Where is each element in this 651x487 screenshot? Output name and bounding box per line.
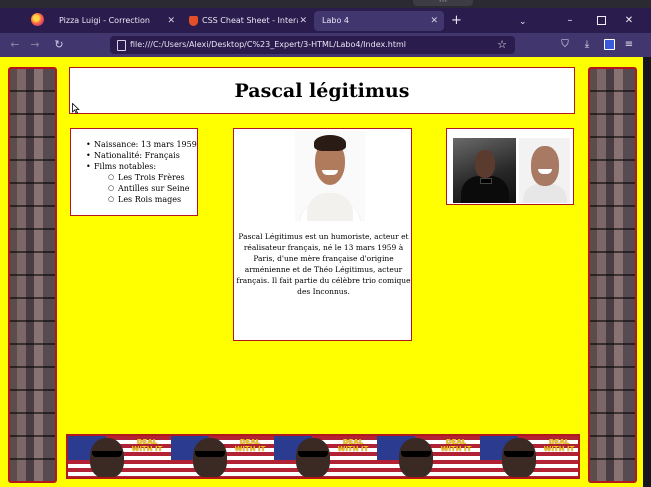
drag-grip[interactable]: ··· (413, 0, 473, 7)
banner-text: DEAL WITH IT (131, 438, 163, 453)
title-box: Pascal légitimus (69, 67, 575, 114)
page-viewport: Pascal légitimus Naissance: 13 mars 1959… (0, 57, 651, 487)
close-tab-icon[interactable]: ✕ (167, 11, 175, 31)
smiling-photo (519, 138, 570, 203)
mouse-cursor-icon (72, 103, 80, 114)
banner-tile: DEAL WITH IT (480, 436, 578, 477)
navigation-bar: ← → ↻ file:///C:/Users/Alexi/Desktop/C%2… (0, 33, 651, 57)
window-top-strip: ··· (0, 0, 651, 8)
info-box: Naissance: 13 mars 1959 Nationalité: Fra… (70, 128, 198, 216)
info-list: Naissance: 13 mars 1959 Nationalité: Fra… (71, 139, 197, 205)
back-arrow-icon[interactable]: ← (6, 36, 24, 54)
banner-text: DEAL WITH IT (234, 438, 266, 453)
firefox-icon[interactable] (31, 13, 44, 26)
pocket-icon[interactable]: ⛉ (556, 36, 574, 54)
info-nationality: Nationalité: Français (71, 150, 197, 161)
tab-label: CSS Cheat Sheet - Interactive, n (202, 16, 298, 25)
tab-label: Labo 4 (322, 16, 349, 25)
film-item: Antilles sur Seine (71, 183, 197, 194)
banner-tile: DEAL WITH IT (68, 436, 171, 477)
tab-label: Pizza Luigi - Correction (59, 16, 150, 25)
banner-text: DEAL WITH IT (543, 438, 575, 453)
tab-pizza-luigi[interactable]: Pizza Luigi - Correction ✕ (51, 11, 181, 31)
info-films-label: Films notables: Les Trois Frères Antille… (71, 161, 197, 205)
banner-text: DEAL WITH IT (440, 438, 472, 453)
banner-text: DEAL WITH IT (337, 438, 369, 453)
portrait-box: Pascal Légitimus est un humoriste, acteu… (233, 128, 412, 341)
banner-tile: DEAL WITH IT (171, 436, 274, 477)
html5-icon (189, 16, 198, 26)
extension-icon[interactable] (600, 36, 618, 54)
reload-icon[interactable]: ↻ (50, 36, 68, 54)
file-icon (117, 40, 126, 51)
url-text[interactable]: file:///C:/Users/Alexi/Desktop/C%23_Expe… (130, 36, 406, 54)
tab-css-cheat-sheet[interactable]: CSS Cheat Sheet - Interactive, n ✕ (183, 11, 313, 31)
deal-with-it-banner: DEAL WITH IT DEAL WITH IT DEAL WITH IT D… (66, 434, 580, 479)
close-window-icon[interactable]: ✕ (614, 8, 644, 33)
scrollbar[interactable] (643, 57, 651, 487)
minimize-icon[interactable]: – (550, 8, 590, 33)
banner-tile: DEAL WITH IT (377, 436, 480, 477)
hamburger-menu-icon[interactable]: ≡ (620, 36, 638, 54)
portrait-photo (295, 131, 365, 221)
photos-box (446, 128, 574, 205)
new-tab-icon[interactable]: + (451, 11, 462, 31)
page-body: Pascal légitimus Naissance: 13 mars 1959… (0, 57, 643, 487)
bookmark-star-icon[interactable]: ☆ (497, 36, 507, 54)
download-icon[interactable]: ⤓ (578, 36, 596, 54)
tab-labo-4[interactable]: Labo 4 ✕ (314, 11, 444, 31)
page-title: Pascal légitimus (234, 80, 410, 102)
info-birth: Naissance: 13 mars 1959 (71, 139, 197, 150)
tab-list-chevron-icon[interactable]: ⌄ (519, 12, 527, 32)
left-photo-strip (8, 67, 57, 483)
right-photo-strip (588, 67, 637, 483)
biography-text: Pascal Légitimus est un humoriste, acteu… (236, 232, 411, 296)
maximize-icon[interactable] (586, 8, 616, 33)
film-item: Les Rois mages (71, 194, 197, 205)
red-carpet-photo (453, 138, 516, 203)
forward-arrow-icon[interactable]: → (26, 36, 44, 54)
film-item: Les Trois Frères (71, 172, 197, 183)
banner-tile: DEAL WITH IT (274, 436, 377, 477)
address-bar[interactable]: file:///C:/Users/Alexi/Desktop/C%23_Expe… (110, 36, 515, 54)
films-list: Les Trois Frères Antilles sur Seine Les … (71, 172, 197, 205)
close-tab-icon[interactable]: ✕ (430, 11, 438, 31)
close-tab-icon[interactable]: ✕ (299, 11, 307, 31)
